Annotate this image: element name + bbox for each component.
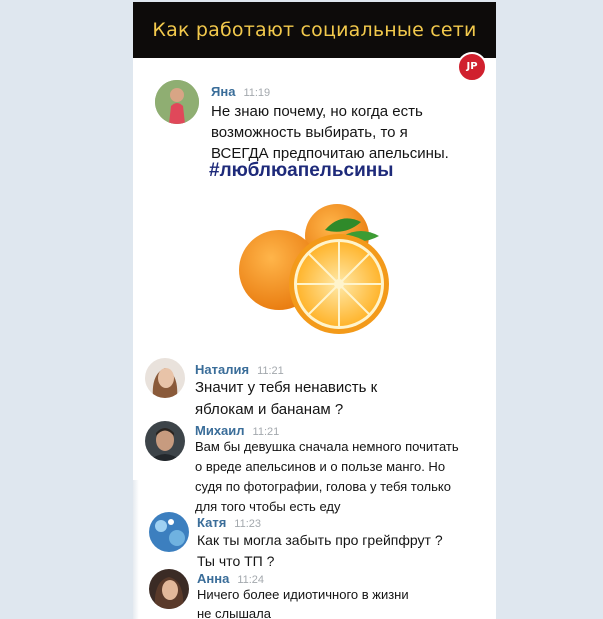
author-name[interactable]: Анна <box>197 571 229 586</box>
message-time: 11:19 <box>243 87 271 99</box>
text-line: для того чтобы есть еду <box>195 499 341 514</box>
screenshot-card: Как работают социальные сети JP Яна 11:19… <box>133 2 496 619</box>
message-time: 11:21 <box>257 365 284 377</box>
text-line: яблокам и бананам ? <box>195 401 344 418</box>
avatar[interactable] <box>155 80 199 124</box>
card-edge-shadow <box>133 480 139 619</box>
avatar-image <box>149 512 189 552</box>
author-name[interactable]: Михаил <box>195 423 245 438</box>
comment-text: Значит у тебя ненависть к яблокам и бана… <box>195 377 377 421</box>
author-name[interactable]: Наталия <box>195 362 249 377</box>
avatar[interactable] <box>149 569 189 609</box>
watermark-badge: JP <box>457 52 487 82</box>
comment-author[interactable]: Михаил 11:21 <box>195 423 279 438</box>
orange-image <box>239 204 389 334</box>
author-name[interactable]: Яна <box>211 84 235 99</box>
hashtag-link[interactable]: #люблюапельсины <box>209 160 393 182</box>
avatar-image <box>145 358 185 398</box>
orange-photo <box>233 198 395 338</box>
comment-author[interactable]: Анна 11:24 <box>197 571 264 586</box>
author-name[interactable]: Катя <box>197 515 226 530</box>
avatar[interactable] <box>149 512 189 552</box>
text-line: возможность выбирать, то я <box>211 124 408 141</box>
avatar[interactable] <box>145 358 185 398</box>
text-line: Вам бы девушка сначала немного почитать <box>195 439 459 454</box>
text-line: Значит у тебя ненависть к <box>195 379 378 396</box>
message-time: 11:23 <box>234 518 261 530</box>
post-author[interactable]: Яна 11:19 <box>211 84 270 99</box>
comment-text: Вам бы девушка сначала немного почитать … <box>195 437 459 517</box>
comment-text: Как ты могла забыть про грейпфрут ? Ты ч… <box>197 530 443 572</box>
avatar-image <box>149 569 189 609</box>
comment-author[interactable]: Катя 11:23 <box>197 515 261 530</box>
page-title: Как работают социальные сети <box>133 2 496 58</box>
text-line: Не знаю почему, но когда есть <box>211 103 423 120</box>
text-line: Как ты могла забыть про грейпфрут ? <box>197 532 443 548</box>
avatar[interactable] <box>145 421 185 461</box>
text-line: Ничего более идиотичного в жизни <box>197 587 409 602</box>
text-line: не слышала <box>197 606 271 619</box>
avatar-image <box>155 80 199 124</box>
avatar-image <box>145 421 185 461</box>
text-line: Ты что ТП ? <box>197 553 275 569</box>
post-text: Не знаю почему, но когда есть возможност… <box>211 101 449 164</box>
comment-text: Ничего более идиотичного в жизни не слыш… <box>197 585 409 619</box>
text-line: о вреде апельсинов и о пользе манго. Но <box>195 459 446 474</box>
comment-author[interactable]: Наталия 11:21 <box>195 362 284 377</box>
text-line: судя по фотографии, голова у тебя только <box>195 479 451 494</box>
